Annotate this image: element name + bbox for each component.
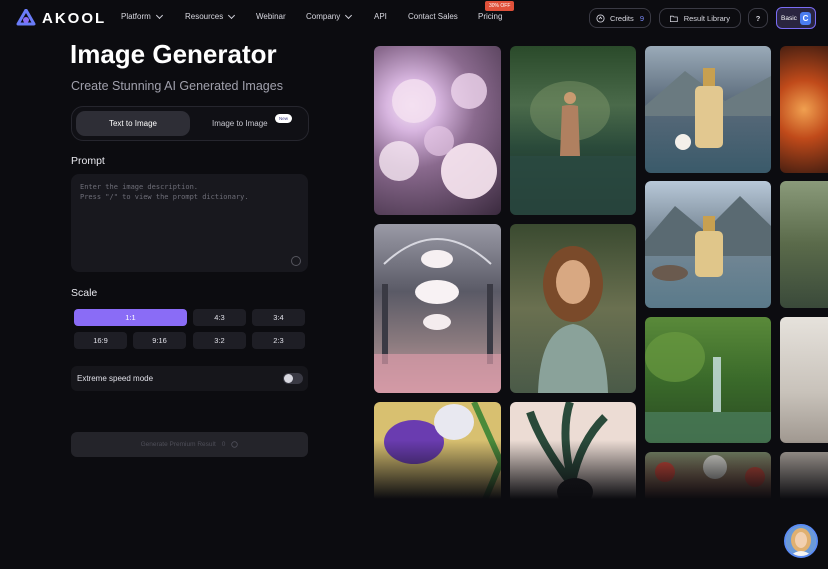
gallery-image-fire-swirl[interactable]	[780, 46, 828, 173]
nav-platform[interactable]: Platform	[121, 11, 163, 21]
tab-image-to-image-label: Image to Image	[212, 119, 268, 128]
plan-label: Basic	[781, 14, 797, 22]
mode-tabs: Text to Image Image to Image New	[71, 106, 309, 141]
pricing-discount-badge: 30% OFF	[485, 1, 515, 11]
scale-label: Scale	[71, 287, 98, 299]
account-plan-button[interactable]: Basic C	[776, 7, 816, 29]
nav-company[interactable]: Company	[306, 11, 353, 21]
generate-label: Generate Premium Result	[140, 441, 216, 448]
example-gallery	[374, 46, 828, 502]
scale-option-4-3[interactable]: 4:3	[193, 309, 246, 326]
gallery-image-woman-in-lake[interactable]	[510, 46, 636, 215]
chevron-down-icon	[345, 11, 353, 19]
speed-mode-toggle[interactable]	[283, 373, 303, 384]
tab-text-to-image[interactable]: Text to Image	[76, 111, 190, 136]
user-avatar-initial: C	[799, 11, 811, 25]
gallery-image-woman-portrait[interactable]	[510, 224, 636, 393]
speed-mode-row: Extreme speed mode	[71, 366, 308, 391]
result-library-label: Result Library	[683, 13, 730, 23]
scale-option-3-4[interactable]: 3:4	[252, 309, 305, 326]
gallery-image-perfume-mountains[interactable]	[645, 181, 771, 308]
tab-image-to-image[interactable]: Image to Image	[212, 111, 268, 136]
nav-pricing[interactable]: Pricing	[478, 12, 502, 21]
flowers-illustration	[379, 73, 497, 199]
nav-contact-sales[interactable]: Contact Sales	[408, 12, 458, 21]
scale-option-2-3[interactable]: 2:3	[252, 332, 305, 349]
tab-text-to-image-label: Text to Image	[108, 119, 158, 128]
scale-option-3-2[interactable]: 3:2	[193, 332, 246, 349]
akool-logo-icon	[16, 9, 36, 26]
woman-lake-illustration	[510, 81, 636, 215]
scale-option-1-1[interactable]: 1:1	[74, 309, 187, 326]
gallery-image-glass-dome-hall[interactable]	[374, 224, 501, 393]
gallery-image-glowing-flowers[interactable]	[374, 46, 501, 215]
nav-api-label: API	[374, 12, 387, 21]
result-library-button[interactable]: Result Library	[659, 8, 741, 28]
prompt-label: Prompt	[71, 155, 105, 167]
help-button[interactable]: ?	[748, 8, 768, 28]
gallery-image-perfume-lake[interactable]	[645, 46, 771, 173]
brand-name: AKOOL	[42, 9, 107, 27]
credits-label: Credits	[610, 13, 634, 23]
prompt-dictionary-icon[interactable]	[291, 256, 301, 266]
nav-pricing-label: Pricing	[478, 12, 503, 21]
support-avatar[interactable]	[784, 524, 818, 558]
gallery-image-misty-forest[interactable]	[780, 181, 828, 308]
page-title: Image Generator	[70, 39, 277, 69]
akool-logo[interactable]: AKOOL	[16, 9, 106, 27]
new-badge: New	[275, 114, 293, 123]
nav-company-label: Company	[306, 12, 341, 21]
chevron-down-icon	[228, 11, 236, 19]
speed-mode-label: Extreme speed mode	[77, 374, 154, 383]
toggle-knob	[284, 374, 293, 383]
credits-coin-icon	[231, 441, 239, 448]
chevron-down-icon	[155, 11, 163, 19]
scale-option-9-16[interactable]: 9:16	[133, 332, 186, 349]
nav-resources-label: Resources	[185, 12, 224, 21]
jungle-illustration	[645, 332, 771, 443]
page-subtitle: Create Stunning AI Generated Images	[71, 79, 283, 93]
perfume-bottle-illustration	[645, 68, 771, 150]
woman-portrait-illustration	[538, 246, 608, 393]
top-navigation-bar: AKOOL Platform Resources Webinar Company…	[0, 0, 828, 36]
generate-cost: 0	[221, 441, 226, 448]
scale-option-16-9[interactable]: 16:9	[74, 332, 127, 349]
support-avatar-icon	[786, 526, 816, 556]
gallery-image-living-room[interactable]	[780, 317, 828, 443]
nav-api[interactable]: API	[374, 12, 387, 21]
nav-platform-label: Platform	[121, 12, 151, 21]
perfume-bottle-illustration	[645, 196, 771, 281]
folder-icon	[670, 15, 678, 22]
nav-resources[interactable]: Resources	[185, 11, 236, 21]
nav-webinar[interactable]: Webinar	[256, 12, 286, 21]
help-icon: ?	[755, 13, 761, 23]
nav-webinar-label: Webinar	[256, 12, 286, 21]
gallery-image-jungle-waterfall[interactable]	[645, 317, 771, 443]
generate-button[interactable]: Generate Premium Result 0	[71, 432, 308, 457]
nav-contact-sales-label: Contact Sales	[408, 12, 458, 21]
credits-button[interactable]: Credits 9	[589, 8, 651, 28]
credits-value: 9	[639, 13, 644, 23]
credits-coin-icon	[596, 13, 605, 23]
prompt-input[interactable]: Enter the image description. Press "/" t…	[71, 174, 308, 272]
dome-flower-illustration	[374, 238, 501, 393]
gallery-fade-overlay	[374, 440, 828, 502]
